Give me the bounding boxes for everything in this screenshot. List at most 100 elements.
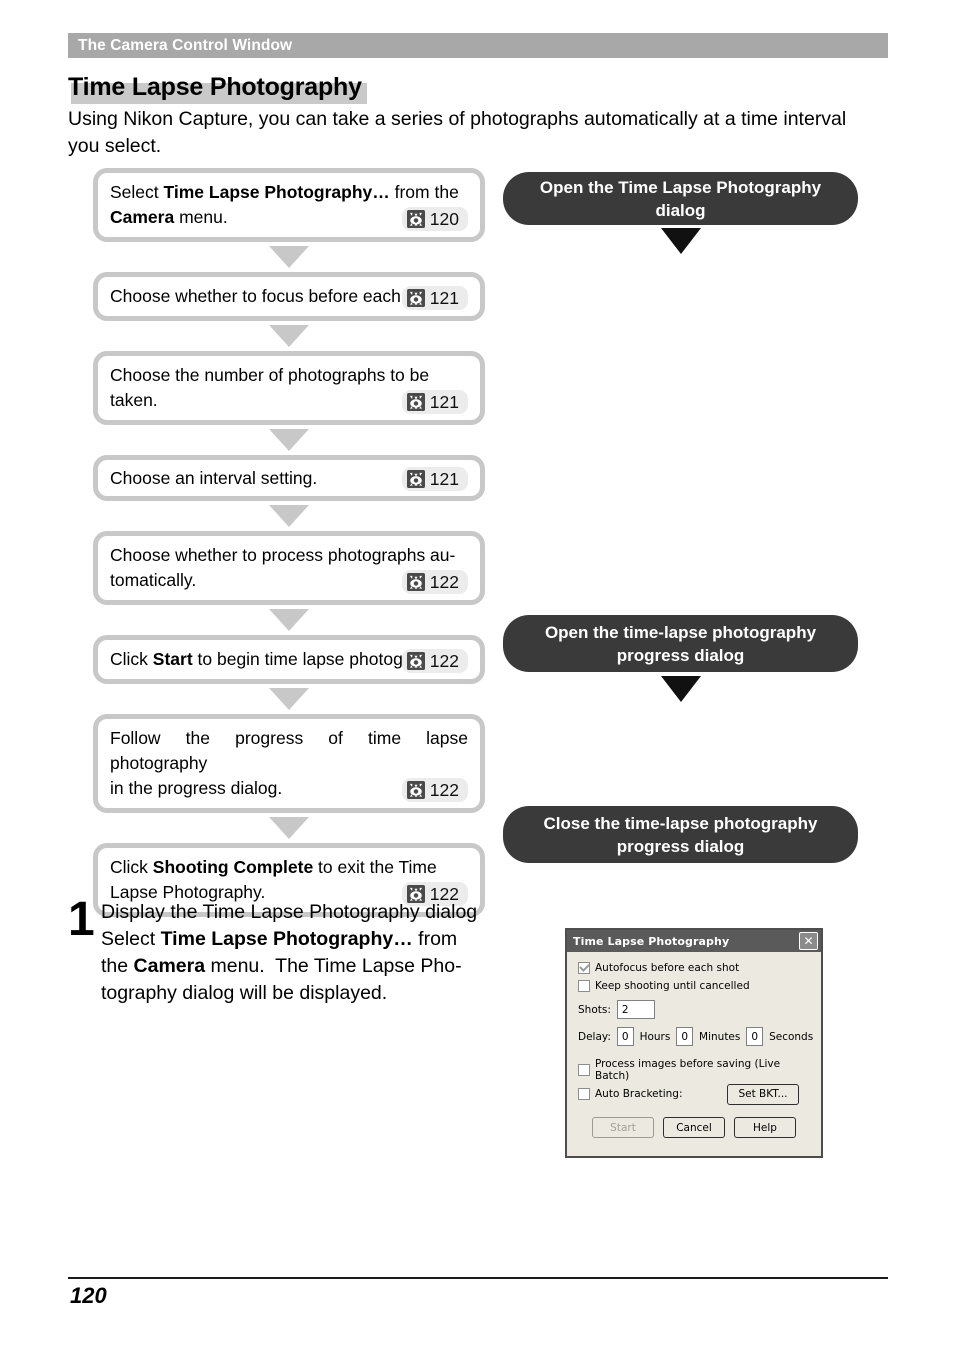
page-reference-icon — [406, 289, 425, 307]
flow-arrow-down-icon — [269, 429, 309, 451]
flow-step-box: Click Start to begin time lapse photogra… — [93, 635, 485, 684]
flow-step-line: Select Time Lapse Photography… from the — [110, 182, 459, 202]
process-images-checkbox[interactable] — [578, 1064, 590, 1076]
flowchart-callout: Open the time-lapse photography progress … — [503, 615, 858, 672]
delay-seconds-unit: Seconds — [769, 1030, 814, 1043]
delay-row: Delay: 0 Hours 0 Minutes 0 Seconds — [578, 1027, 814, 1046]
autofocus-checkbox-row[interactable]: Autofocus before each shot — [578, 962, 810, 974]
dialog-title-bar: Time Lapse Photography ✕ — [567, 930, 821, 952]
step-heading: Display the Time Lapse Photography dialo… — [101, 901, 478, 923]
keep-shooting-checkbox-row[interactable]: Keep shooting until cancelled — [578, 980, 810, 992]
delay-minutes-input[interactable]: 0 — [676, 1027, 694, 1046]
callout-line: Open the time-lapse photography — [544, 622, 817, 642]
page-reference-badge: 120 — [401, 207, 468, 231]
process-images-label: Process images before saving (Live Batch… — [595, 1058, 781, 1082]
page-reference-number: 120 — [429, 209, 459, 229]
page-reference-badge: 121 — [401, 466, 468, 491]
callout-line: Close the time-lapse photography — [543, 813, 818, 833]
shots-input[interactable]: 2 — [616, 1000, 655, 1019]
page-reference-badge: 122 — [401, 649, 468, 673]
intro-line-1: Using Nikon Capture, you can take a seri… — [68, 108, 847, 130]
page-reference-icon — [406, 781, 425, 799]
keep-shooting-label: Keep shooting until cancelled — [595, 980, 750, 992]
autofocus-checkbox[interactable] — [578, 962, 590, 974]
set-bkt-button[interactable]: Set BKT... — [727, 1083, 799, 1105]
intro-line-2: you select. — [68, 135, 162, 157]
delay-seconds-input[interactable]: 0 — [746, 1027, 764, 1046]
delay-minutes-unit: Minutes — [699, 1030, 741, 1043]
page-reference-number: 122 — [429, 572, 459, 592]
autofocus-label: Autofocus before each shot — [595, 962, 740, 974]
flow-arrow-down-icon — [269, 246, 309, 268]
auto-bracketing-checkbox[interactable] — [578, 1088, 590, 1100]
dialog-spacer — [578, 1046, 810, 1058]
flow-step-line: Follow the progress of time lapse photog… — [110, 728, 468, 773]
flowchart-callout: Open the Time Lapse Photography dialog — [503, 172, 858, 225]
dialog-title: Time Lapse Photography — [573, 934, 730, 948]
dialog-button-row: Start Cancel Help — [578, 1117, 810, 1138]
flowchart-callout: Close the time-lapse photography progress… — [503, 806, 858, 863]
page-reference-icon — [406, 469, 425, 488]
delay-label: Delay: — [578, 1030, 611, 1043]
page-reference-icon — [406, 393, 425, 411]
page-reference-number: 121 — [429, 468, 459, 489]
auto-bracketing-row[interactable]: Auto Bracketing: Set BKT... — [578, 1083, 810, 1105]
intro-paragraph: Using Nikon Capture, you can take a seri… — [68, 106, 886, 160]
callout-arrow-down-icon — [660, 676, 701, 702]
start-button[interactable]: Start — [592, 1117, 654, 1138]
flow-step-box: Follow the progress of time lapse photog… — [93, 714, 485, 813]
step-line: the Camera menu. The Time Lapse Pho- — [101, 955, 462, 977]
page-reference-number: 121 — [429, 392, 459, 412]
section-title-container: Time Lapse Photography — [68, 72, 888, 106]
keep-shooting-checkbox[interactable] — [578, 980, 590, 992]
page-reference-number: 121 — [429, 288, 459, 308]
page-reference-icon — [406, 573, 425, 591]
step-body: Display the Time Lapse Photography dialo… — [101, 899, 531, 1007]
flow-step-box: Choose whether to focus before each shot… — [93, 272, 485, 321]
flow-step-box: Select Time Lapse Photography… from the C… — [93, 168, 485, 242]
flow-arrow-down-icon — [269, 817, 309, 839]
flow-step-text: Choose an interval setting. — [110, 466, 402, 491]
auto-bracketing-label: Auto Bracketing: — [595, 1088, 683, 1100]
flow-arrow-down-icon — [269, 325, 309, 347]
page-reference-icon — [406, 210, 425, 228]
delay-hours-input[interactable]: 0 — [616, 1027, 634, 1046]
page-number: 120 — [70, 1283, 107, 1308]
time-lapse-photography-dialog[interactable]: Time Lapse Photography ✕ Autofocus befor… — [565, 928, 823, 1158]
flow-step-box: Choose the number of photographs to be ta… — [93, 351, 485, 425]
flow-step-box: Choose an interval setting. 121 — [93, 455, 485, 501]
process-images-checkbox-row[interactable]: Process images before saving (Live Batch… — [578, 1058, 810, 1082]
shots-row: Shots: 2 — [578, 1000, 810, 1019]
page-reference-icon — [406, 652, 425, 670]
flow-step-line: Choose whether to process photographs au… — [110, 545, 456, 565]
close-icon[interactable]: ✕ — [799, 932, 818, 950]
callout-line: Open the Time Lapse Photography dialog — [539, 177, 822, 220]
help-button[interactable]: Help — [734, 1117, 796, 1138]
page-reference-badge: 121 — [401, 286, 468, 310]
cancel-button[interactable]: Cancel — [663, 1117, 725, 1138]
callout-text: Open the Time Lapse Photography dialog — [523, 176, 838, 222]
running-head-text: The Camera Control Window — [78, 36, 293, 54]
step-line: tography dialog will be displayed. — [101, 982, 388, 1004]
page-reference-badge: 121 — [401, 390, 468, 414]
page-reference-badge: 122 — [401, 778, 468, 802]
flowchart-left-column: Select Time Lapse Photography… from the C… — [93, 168, 485, 917]
flow-arrow-down-icon — [269, 688, 309, 710]
flow-arrow-down-icon — [269, 609, 309, 631]
page-reference-badge-row: 121 — [401, 466, 468, 491]
callout-arrow-down-icon — [660, 228, 701, 254]
running-head: The Camera Control Window — [68, 33, 888, 58]
callout-text: Open the time-lapse photography progress … — [545, 621, 816, 667]
flow-step-box: Choose whether to process photographs au… — [93, 531, 485, 605]
callout-line: progress dialog — [616, 836, 745, 856]
step-number: 1 — [68, 893, 95, 946]
page-reference-number: 122 — [429, 780, 459, 800]
step-text: Select Time Lapse Photography… from the C… — [101, 926, 531, 1007]
callout-text: Close the time-lapse photography progress… — [544, 812, 818, 858]
flow-step-line: Click Shooting Complete to exit the Time — [110, 857, 437, 877]
page-title: Time Lapse Photography — [68, 73, 362, 101]
page-reference-number: 122 — [429, 651, 459, 671]
flow-step-line: Choose the number of photographs to be — [110, 365, 430, 385]
footer-divider — [68, 1277, 888, 1279]
shots-label: Shots: — [578, 1003, 611, 1016]
